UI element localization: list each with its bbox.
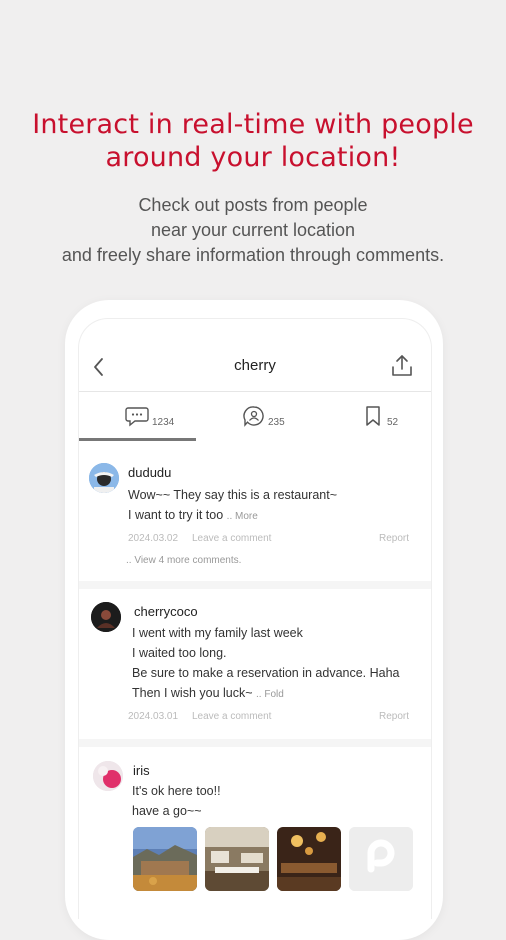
bookmark-icon (366, 406, 380, 426)
app-header: cherry (79, 319, 431, 392)
dining-room-icon (277, 827, 341, 891)
subtitle-line-3: and freely share information through com… (61, 245, 445, 265)
post-meta: 2024.03.01 Leave a comment (128, 711, 271, 722)
landscape-photo-thumbnail[interactable] (133, 827, 197, 891)
post-list: dududu Wow~~ They say this is a restaura… (79, 441, 431, 917)
username[interactable]: iris (133, 763, 150, 778)
fold-link[interactable]: .. Fold (256, 689, 284, 700)
avatar[interactable] (89, 463, 119, 493)
leave-comment-link[interactable]: Leave a comment (192, 533, 272, 544)
page-title: cherry (234, 357, 276, 374)
headline-line-1: Interact in real-time with people (32, 109, 474, 140)
post-date: 2024.03.01 (128, 711, 179, 722)
post-text-line-with-toggle: I want to try it too .. More (128, 508, 258, 522)
view-more-comments-link[interactable]: .. View 4 more comments. (126, 555, 241, 566)
post-text: Then I wish you luck~ (132, 686, 253, 700)
post-text-line: have a go~~ (132, 804, 202, 818)
tab-users[interactable]: 235 (196, 391, 313, 441)
post-text-line: I waited too long. (132, 646, 227, 660)
bookmark-count: 52 (387, 417, 399, 428)
post-text-line-with-toggle: Then I wish you luck~ .. Fold (132, 686, 284, 700)
app-screen: cherry 1234 235 52 dududu Wow~~ They say… (78, 318, 432, 919)
avatar[interactable] (91, 602, 121, 632)
subtitle-line-1: Check out posts from people (138, 195, 368, 215)
report-link[interactable]: Report (379, 533, 409, 544)
user-avatar-icon (91, 602, 121, 632)
username[interactable]: cherrycoco (134, 604, 198, 619)
post-separator (79, 739, 431, 747)
tab-bar: 1234 235 52 (79, 391, 431, 442)
post-text: I want to try it too (128, 508, 224, 522)
username[interactable]: dududu (128, 465, 171, 480)
avatar[interactable] (93, 761, 123, 791)
placeholder-logo-icon (349, 827, 413, 891)
dining-room-thumbnail[interactable] (277, 827, 341, 891)
subtitle-line-2: near your current location (150, 220, 356, 240)
user-tag-icon (243, 406, 264, 427)
post-item: iris It's ok here too!! have a go~~ (79, 747, 431, 917)
user-avatar-icon (89, 463, 119, 493)
restaurant-interior-thumbnail[interactable] (205, 827, 269, 891)
post-text-line: It's ok here too!! (132, 784, 221, 798)
share-icon[interactable] (389, 353, 415, 379)
headline-line-2: around your location! (105, 142, 401, 173)
landscape-photo-icon (133, 827, 197, 891)
post-text-line: Be sure to make a reservation in advance… (132, 666, 400, 680)
comment-count: 1234 (152, 417, 175, 428)
more-link[interactable]: .. More (227, 511, 258, 522)
subtitle: Check out posts from people near your cu… (0, 193, 506, 268)
post-date: 2024.03.02 (128, 533, 179, 544)
post-separator (79, 581, 431, 589)
post-text-line: Wow~~ They say this is a restaurant~ (128, 488, 338, 502)
tab-bookmarks[interactable]: 52 (313, 391, 430, 441)
tab-comments[interactable]: 1234 (79, 391, 196, 441)
user-count: 235 (268, 417, 285, 428)
placeholder-image-thumbnail[interactable] (349, 827, 413, 891)
user-avatar-icon (93, 761, 123, 791)
headline: Interact in real-time with people around… (0, 108, 506, 174)
report-link[interactable]: Report (379, 711, 409, 722)
comment-icon (125, 407, 149, 427)
post-item: cherrycoco I went with my family last we… (79, 589, 431, 739)
restaurant-interior-icon (205, 827, 269, 891)
post-text-line: I went with my family last week (132, 626, 303, 640)
leave-comment-link[interactable]: Leave a comment (192, 711, 272, 722)
post-item: dududu Wow~~ They say this is a restaura… (79, 441, 431, 581)
post-meta: 2024.03.02 Leave a comment (128, 533, 271, 544)
